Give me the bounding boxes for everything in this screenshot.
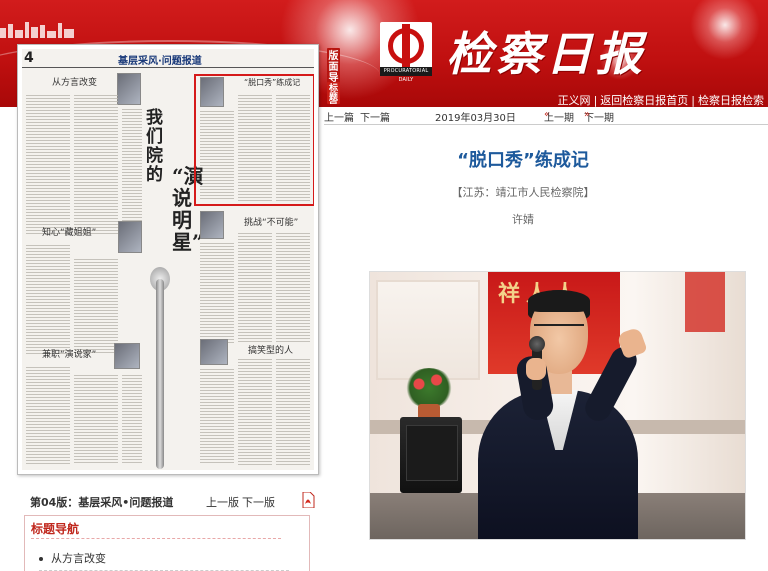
logo-title[interactable]: 检察日报	[446, 18, 646, 84]
link-home[interactable]: 返回检察日报首页	[600, 94, 688, 107]
logo-emblem-caption: PROCURATORIAL DAILY	[380, 67, 432, 83]
prev-page-link[interactable]: 上一版	[206, 494, 239, 510]
title-nav-item-label: 从方言改变	[51, 552, 106, 565]
link-zhengyi[interactable]: 正义网	[558, 94, 591, 107]
prev-article-link[interactable]: 上一篇	[324, 109, 354, 124]
newspaper-page: 4 基层采风·问题报道 从方言改变 “脱口秀”练成记 我们院的 “演说明星” 知…	[22, 49, 314, 470]
page: PROCURATORIAL DAILY 检察日报 正义网 | 返回检察日报首页 | 检察…	[0, 0, 768, 571]
paper-feature-caption: 我们院的	[146, 108, 163, 185]
section-row: 第04版：基层采风•问题报道 上一版 下一版	[30, 492, 320, 510]
paper-photo	[117, 73, 141, 105]
paper-page-number: 4	[24, 50, 34, 66]
paper-headline[interactable]: 挑战“不可能”	[244, 215, 298, 228]
pdf-icon[interactable]	[301, 492, 315, 508]
issue-date: 2019年03月30日	[435, 113, 516, 124]
section-name: 第04版：基层采风•问题报道	[30, 496, 174, 509]
newspaper-page-thumbnail[interactable]: 4 基层采风·问题报道 从方言改变 “脱口秀”练成记 我们院的 “演说明星” 知…	[17, 44, 319, 475]
article-title: “脱口秀”练成记	[457, 150, 589, 171]
title-nav-item[interactable]: 从方言改变	[39, 550, 106, 566]
selected-article-highlight[interactable]	[194, 74, 314, 206]
paper-photo	[114, 343, 140, 369]
paper-feature-caption: “演说明星”	[172, 164, 204, 254]
tab-title-nav[interactable]: 标题导航	[327, 82, 340, 104]
bullet-icon	[39, 557, 43, 561]
paper-photo	[200, 339, 228, 365]
flower-plant	[404, 368, 454, 408]
paper-photo	[200, 211, 224, 239]
article-author: 许婧	[512, 213, 534, 226]
top-links: 正义网 | 返回检察日报首页 | 检察日报检索	[557, 94, 764, 107]
paper-headline[interactable]: 知心“藏姐姐”	[42, 225, 96, 238]
paper-headline[interactable]: 搞笑型的人	[248, 343, 293, 356]
paper-photo	[118, 221, 142, 253]
article-nav: 上一篇 下一篇 2019年03月30日 «上一期 下一期»	[324, 109, 614, 124]
paper-headline[interactable]: 从方言改变	[52, 75, 97, 88]
next-article-link[interactable]: 下一篇	[360, 109, 390, 124]
skyline-decoration	[0, 22, 74, 38]
title-nav-box: 标题导航 从方言改变	[24, 515, 310, 571]
article-source: 【江苏：靖江市人民检察院】	[451, 186, 595, 199]
logo-emblem-icon[interactable]: PROCURATORIAL DAILY	[380, 22, 432, 83]
paper-headline[interactable]: 兼职“演说家”	[42, 347, 96, 360]
next-page-link[interactable]: 下一版	[242, 494, 275, 510]
article-photo: 祥人人	[369, 271, 746, 540]
bokeh-light	[690, 0, 760, 60]
paper-section-header: 基层采风·问题报道	[118, 56, 202, 67]
speaker-box	[400, 417, 462, 493]
link-search[interactable]: 检察日报检索	[698, 94, 764, 107]
title-nav-heading: 标题导航	[31, 522, 80, 536]
